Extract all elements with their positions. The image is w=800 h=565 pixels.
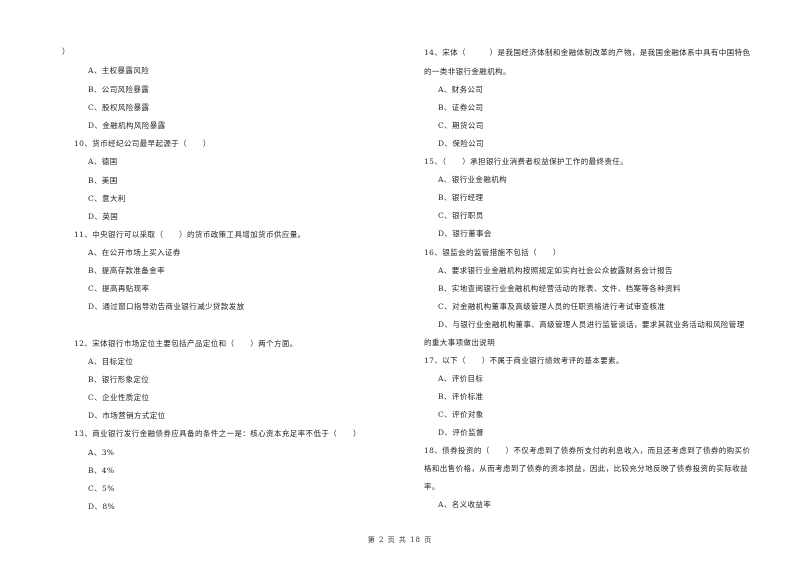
q17-option-b: B、评价标准	[438, 392, 484, 401]
q17-option-a: A、评价目标	[438, 374, 484, 383]
q13-option-b: B、4%	[88, 466, 115, 475]
q14-option-d: D、保险公司	[438, 139, 484, 148]
q12-option-d: D、市场营销方式定位	[88, 411, 166, 420]
q15-option-d: D、银行董事会	[438, 229, 492, 238]
q9-option-a: A、主权暴露风险	[88, 66, 150, 75]
q10-option-b: B、美国	[88, 176, 118, 185]
question-11-stem: 11、中央银行可以采取（ ）的货币政策工具增加货币供应量。	[74, 230, 306, 239]
q16-option-b: B、实地查阅银行业金融机构经营活动的账表、文件、档案等各种资料	[438, 284, 681, 293]
question-10-stem: 10、货币经纪公司最早起源于（ ）	[74, 139, 211, 148]
question-18-stem-line-2: 格和出售价格，从而考虑到了债券的资本损益，因此，比较充分地反映了债券投资的实际收…	[424, 464, 748, 473]
question-14-stem-line-1: 14、宋体（ ）是我国经济体制和金融体制改革的产物，是我国金融体系中具有中国特色	[424, 48, 751, 57]
q15-option-c: C、银行职员	[438, 211, 484, 220]
q11-option-b: B、提高存款准备金率	[88, 266, 166, 275]
q11-option-a: A、在公开市场上买入证券	[88, 248, 181, 257]
q16-option-d: D、与银行业金融机构董事、高级管理人员进行监管谈话，要求其就业务活动和风险管理	[438, 320, 745, 329]
q10-option-a: A、德国	[88, 157, 118, 166]
q16-option-d-line-2: 的重大事项做出说明	[424, 338, 496, 347]
q18-option-a: A、名义收益率	[438, 500, 492, 509]
q9-option-c: C、股权风险暴露	[88, 103, 150, 112]
q14-option-b: B、证券公司	[438, 103, 484, 112]
question-12-stem: 12、宋体银行市场定位主要包括产品定位和（ ）两个方面。	[74, 339, 298, 348]
question-13-stem: 13、商业银行发行金融债券应具备的条件之一是：核心资本充足率不低于（ ）	[74, 429, 361, 438]
q14-option-c: C、期货公司	[438, 121, 484, 130]
q11-option-c: C、提高再贴现率	[88, 284, 150, 293]
question-18-stem-line-1: 18、债券投资的（ ）不仅考虑到了债券所支付的利息收入，而且还考虑到了债券的购买…	[424, 446, 751, 455]
q12-option-b: B、银行形象定位	[88, 375, 150, 384]
q12-option-c: C、企业性质定位	[88, 393, 150, 402]
q13-option-a: A、3%	[88, 448, 115, 457]
q15-option-a: A、银行业金融机构	[438, 175, 508, 184]
question-14-stem-line-2: 的一类非银行金融机构。	[424, 67, 511, 76]
q9-option-d: D、金融机构风险暴露	[88, 121, 166, 130]
q17-option-d: D、评价监督	[438, 428, 484, 437]
page-number-footer: 第 2 页 共 18 页	[367, 536, 433, 544]
q11-option-d: D、通过窗口指导劝告商业银行减少贷款发放	[88, 302, 245, 311]
q10-option-c: C、意大利	[88, 194, 126, 203]
question-15-stem: 15、（ ）承担银行业消费者权益保护工作的最终责任。	[424, 157, 629, 166]
q16-option-c: C、对金融机构董事及高级管理人员的任职资格进行考试审查核准	[438, 302, 666, 311]
q14-option-a: A、财务公司	[438, 85, 484, 94]
q15-option-b: B、银行经理	[438, 193, 484, 202]
q16-option-a: A、要求银行业金融机构按照规定如实向社会公众披露财务会计报告	[438, 266, 673, 275]
q12-option-a: A、目标定位	[88, 357, 134, 366]
question-16-stem: 16、银监会的监管措施不包括（ ）	[424, 248, 561, 257]
question-9-continuation: ）	[62, 47, 70, 56]
q17-option-c: C、评价对象	[438, 410, 484, 419]
question-18-stem-line-3: 率。	[424, 482, 440, 491]
q13-option-c: C、5%	[88, 484, 115, 493]
question-17-stem: 17、以下（ ）不属于商业银行绩效考评的基本要素。	[424, 356, 624, 365]
q9-option-b: B、公司风险暴露	[88, 85, 150, 94]
q10-option-d: D、英国	[88, 212, 119, 221]
q13-option-d: D、8%	[88, 502, 116, 511]
